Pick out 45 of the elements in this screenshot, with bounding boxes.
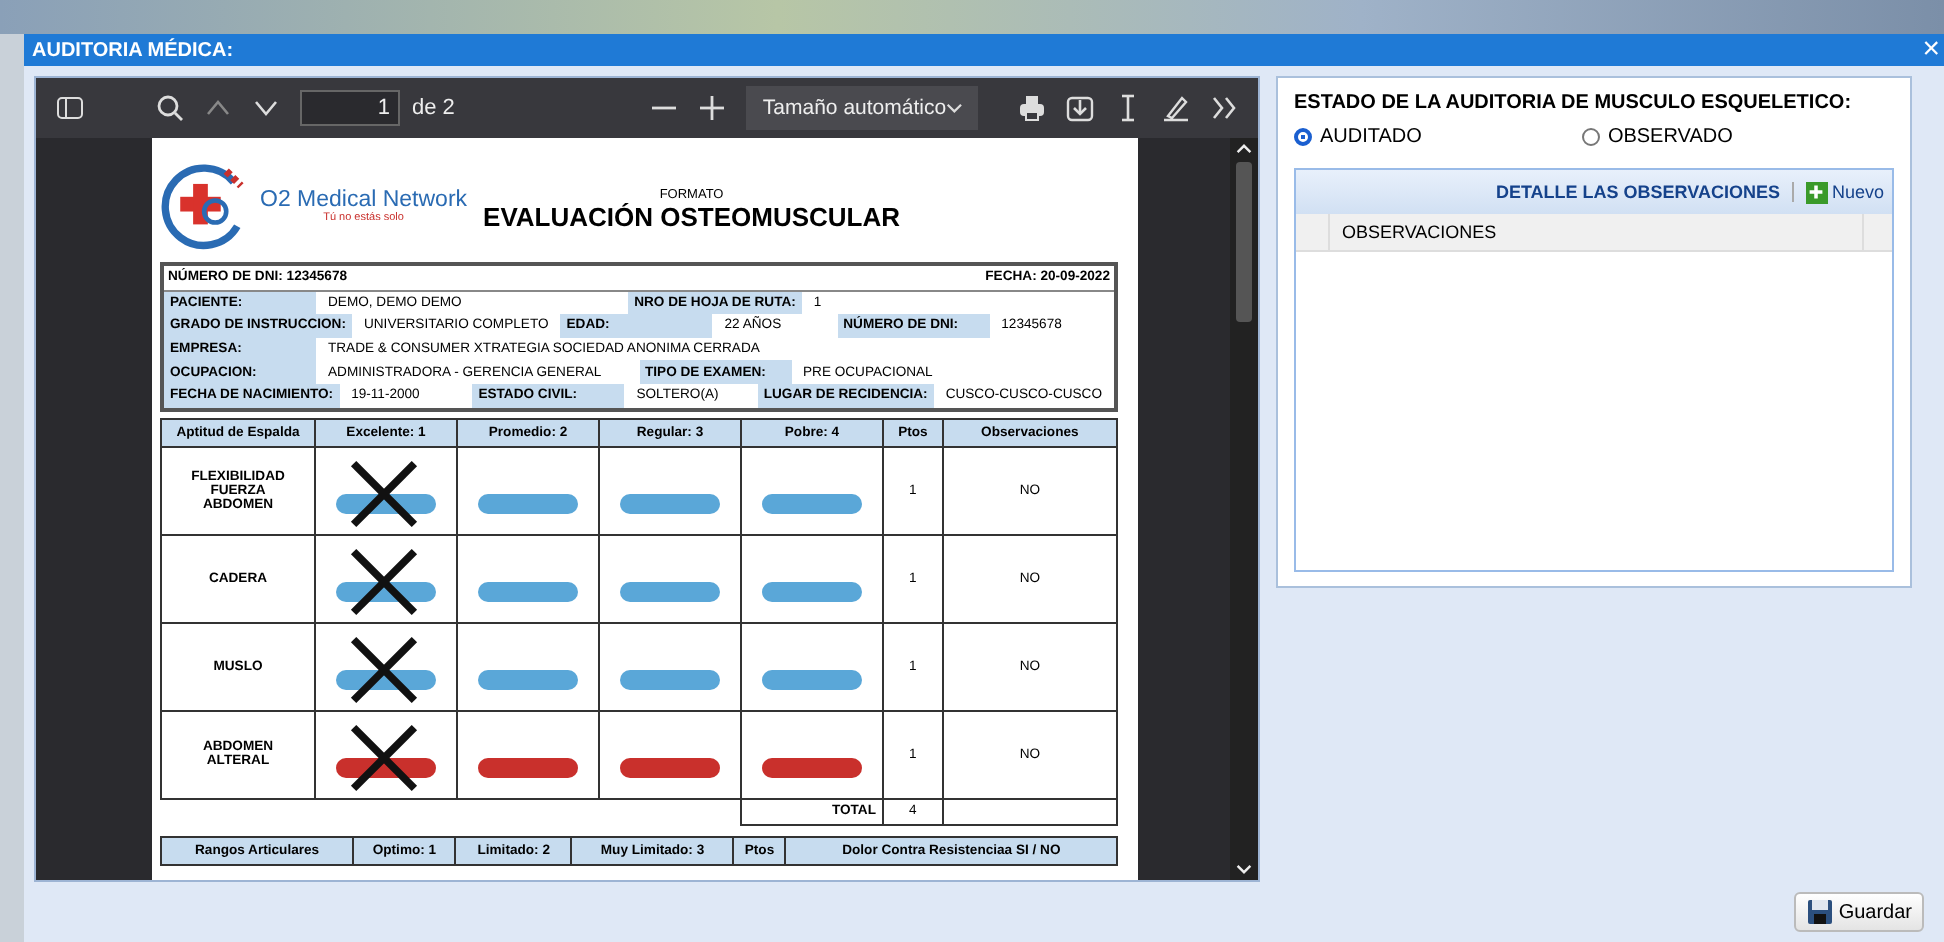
save-button[interactable]: Guardar [1794, 892, 1924, 932]
photo-placeholder [762, 758, 862, 779]
document-title: EVALUACIÓN OSTEOMUSCULAR [483, 202, 901, 232]
search-icon[interactable] [156, 94, 184, 122]
column-header: OBSERVACIONES [1330, 214, 1864, 250]
photo-placeholder [478, 758, 578, 779]
cross-mark-icon [346, 719, 422, 796]
print-icon[interactable] [1018, 94, 1047, 122]
photo-placeholder [620, 582, 720, 603]
scroll-up-icon[interactable] [1236, 144, 1253, 154]
photo-placeholder [762, 494, 862, 515]
audit-heading: ESTADO DE LA AUDITORIA DE MUSCULO ESQUELETICO: [1294, 92, 1854, 114]
cross-mark-icon [346, 543, 422, 620]
radio-option[interactable]: AUDITADO [1294, 126, 1422, 148]
caret-icon [946, 102, 963, 114]
photo-placeholder [620, 494, 720, 515]
photo-placeholder [478, 582, 578, 603]
cross-mark-icon [346, 631, 422, 708]
double-chevron-icon[interactable] [1210, 94, 1239, 122]
photo-placeholder [762, 670, 862, 691]
photo-placeholder [762, 582, 862, 603]
photo-placeholder [620, 758, 720, 779]
radio-button[interactable] [1294, 128, 1312, 146]
download-icon[interactable] [1066, 94, 1095, 122]
new-button[interactable]: Nuevo [1805, 181, 1884, 203]
grid-title: DETALLE LAS OBSERVACIONES [1495, 182, 1794, 202]
close-button[interactable]: × [1918, 36, 1944, 64]
radio-button[interactable] [1581, 128, 1600, 146]
photo-placeholder [478, 670, 578, 691]
photo-placeholder [620, 670, 720, 691]
sidebar-toggle-icon[interactable] [56, 96, 84, 120]
zoom-select[interactable]: Tamaño automático [746, 86, 979, 130]
radio-option[interactable]: OBSERVADO [1581, 126, 1733, 148]
brand-name: O2 Medical Network [260, 188, 468, 212]
plus-icon[interactable] [698, 94, 727, 122]
scroll-down-icon[interactable] [1236, 864, 1253, 874]
plus-icon [1805, 181, 1828, 203]
pen-icon[interactable] [1162, 94, 1191, 122]
window-title: AUDITORIA MÉDICA: [32, 39, 234, 61]
page-number-field[interactable]: 1 [300, 90, 400, 126]
photo-placeholder [478, 494, 578, 515]
page-count: de 2 [412, 96, 455, 120]
scrollbar[interactable] [1230, 138, 1259, 880]
cross-mark-icon [346, 455, 422, 532]
scrollbar-thumb[interactable] [1236, 162, 1253, 322]
